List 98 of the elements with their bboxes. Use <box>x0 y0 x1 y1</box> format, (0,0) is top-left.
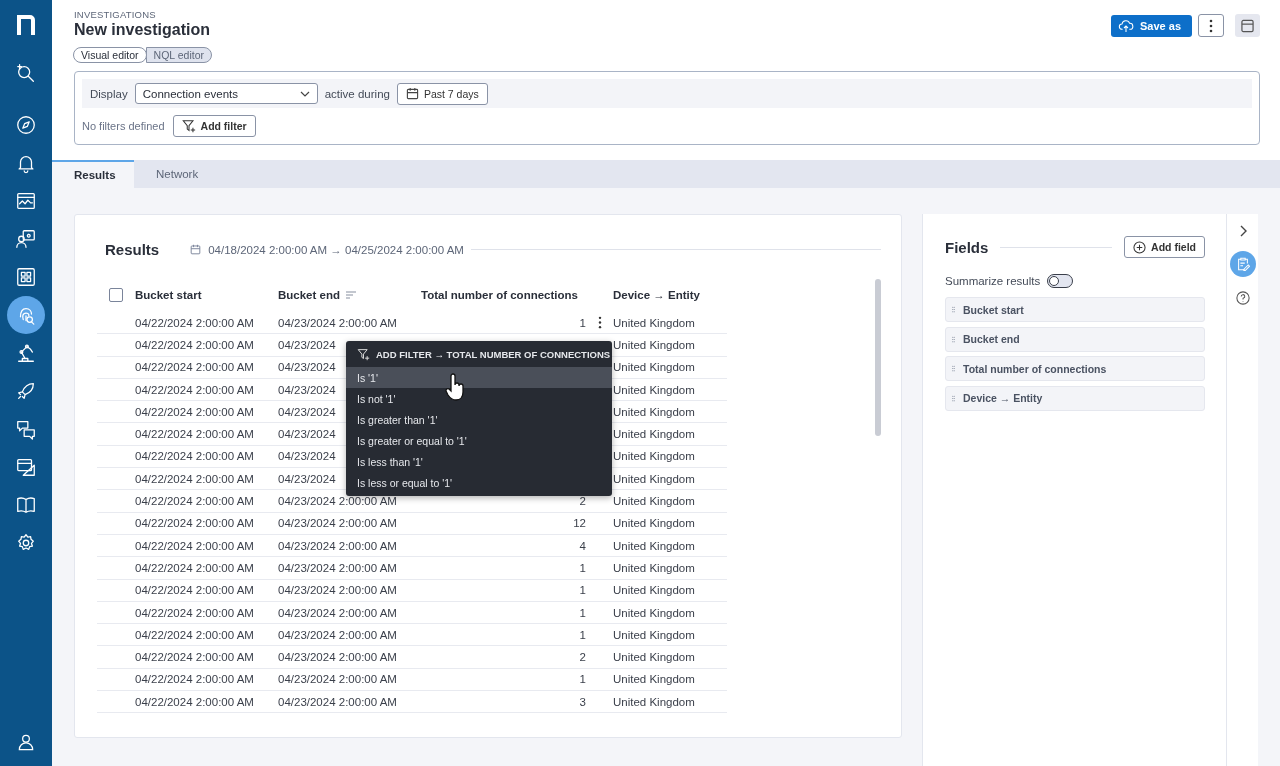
table-cell: 4 <box>579 539 586 552</box>
time-range-button[interactable]: Past 7 days <box>396 82 488 105</box>
table-cell: United Kingdom <box>613 361 695 374</box>
table-cell: United Kingdom <box>613 584 695 597</box>
column-header[interactable]: Total number of connections <box>421 289 578 301</box>
table-cell: 04/22/2024 2:00:00 AM <box>135 450 254 463</box>
table-cell: 04/23/2024 2:00:00 AM <box>278 495 397 507</box>
table-cell: 04/22/2024 2:00:00 AM <box>135 651 254 664</box>
table-cell: 1 <box>579 628 586 641</box>
table-cell: 04/23/2024 2:00:00 AM <box>278 606 397 619</box>
table-cell: United Kingdom <box>613 428 695 441</box>
table-cell: 04/22/2024 2:00:00 AM <box>135 673 254 686</box>
table-cell: 1 <box>579 316 586 329</box>
view-tab[interactable]: Results <box>52 160 134 188</box>
table-cell: 04/22/2024 2:00:00 AM <box>135 405 254 418</box>
table-cell: 04/23/2024 <box>278 428 336 441</box>
table-cell: 04/23/2024 2:00:00 AM <box>278 584 397 597</box>
table-cell: 04/23/2024 2:00:00 AM <box>278 316 397 329</box>
table-cell: 04/22/2024 2:00:00 AM <box>135 495 254 507</box>
table-cell: 04/23/2024 <box>278 383 336 396</box>
table-cell: United Kingdom <box>613 495 695 507</box>
table-cell: 04/23/2024 2:00:00 AM <box>278 517 397 530</box>
table-cell: 1 <box>579 584 586 597</box>
table-cell: 3 <box>579 695 586 708</box>
breadcrumb[interactable]: INVESTIGATIONS <box>74 9 211 20</box>
table-cell: 04/23/2024 2:00:00 AM <box>278 695 397 708</box>
table-cell: United Kingdom <box>613 673 695 686</box>
during-label: active during <box>324 87 390 100</box>
summarize-label: Summarize results <box>945 275 1041 287</box>
table-cell: 04/23/2024 <box>278 450 336 463</box>
table-cell: United Kingdom <box>613 695 695 708</box>
field-item[interactable]: Total number of connections <box>945 356 1205 381</box>
table-cell: 04/22/2024 2:00:00 AM <box>135 561 254 574</box>
table-cell: 04/22/2024 2:00:00 AM <box>135 383 254 396</box>
table-cell: United Kingdom <box>613 450 695 463</box>
table-cell: United Kingdom <box>613 539 695 552</box>
table-cell: 04/23/2024 <box>278 338 336 351</box>
fields-title: Fields <box>945 238 989 256</box>
table-cell: United Kingdom <box>613 316 695 329</box>
field-item[interactable]: Bucket end <box>945 326 1205 352</box>
table-cell: United Kingdom <box>613 472 695 485</box>
table-cell: 04/22/2024 2:00:00 AM <box>135 316 254 329</box>
add-field-button[interactable]: Add field <box>1124 236 1205 258</box>
table-cell: 1 <box>579 673 586 686</box>
time-range: 04/18/2024 2:00:00 AM → 04/25/2024 2:00:00 AM <box>208 243 464 256</box>
results-title: Results <box>105 241 160 258</box>
menu-item[interactable]: Is less or equal to '1' <box>346 472 612 493</box>
table-cell: 04/22/2024 2:00:00 AM <box>135 472 254 485</box>
table-cell: 04/23/2024 2:00:00 AM <box>278 673 397 686</box>
table-cell: 04/23/2024 <box>278 361 336 374</box>
table-cell: 04/23/2024 <box>278 405 336 418</box>
table-cell: United Kingdom <box>613 338 695 351</box>
table-cell: United Kingdom <box>613 383 695 396</box>
table-cell: 04/23/2024 <box>278 472 336 485</box>
menu-header: ADD FILTER → TOTAL NUMBER OF CONNECTIONS <box>376 348 611 360</box>
table-cell: 2 <box>579 495 586 507</box>
table-cell: 04/22/2024 2:00:00 AM <box>135 361 254 374</box>
table-cell: United Kingdom <box>613 517 695 530</box>
table-cell: 04/23/2024 2:00:00 AM <box>278 539 397 552</box>
menu-item[interactable]: Is not '1' <box>346 388 612 409</box>
table-cell: United Kingdom <box>613 561 695 574</box>
table-cell: 04/22/2024 2:00:00 AM <box>135 628 254 641</box>
column-header[interactable]: Bucket end <box>278 289 340 301</box>
table-cell: 12 <box>573 517 586 530</box>
view-tab[interactable]: Network <box>134 160 221 188</box>
table-cell: 04/22/2024 2:00:00 AM <box>135 695 254 708</box>
table-cell: 04/22/2024 2:00:00 AM <box>135 584 254 597</box>
field-item[interactable]: Device → Entity <box>945 385 1205 411</box>
menu-item[interactable]: Is greater or equal to '1' <box>346 430 612 451</box>
save-as-button[interactable]: Save as <box>1111 14 1192 37</box>
editor-tab[interactable]: NQL editor <box>145 47 212 63</box>
table-cell: 1 <box>579 606 586 619</box>
table-cell: 04/23/2024 2:00:00 AM <box>278 561 397 574</box>
menu-item[interactable]: Is '1' <box>346 367 612 388</box>
menu-item[interactable]: Is greater than '1' <box>346 409 612 430</box>
table-cell: 04/22/2024 2:00:00 AM <box>135 428 254 441</box>
object-select[interactable]: Connection events <box>134 83 318 104</box>
table-cell: 2 <box>579 651 586 664</box>
column-header[interactable]: Device → Entity <box>613 289 700 301</box>
add-filter-button[interactable]: Add filter <box>172 115 256 137</box>
page-title: New investigation <box>74 21 211 39</box>
table-cell: United Kingdom <box>613 606 695 619</box>
display-label: Display <box>90 87 128 100</box>
table-cell: United Kingdom <box>613 405 695 418</box>
editor-tab[interactable]: Visual editor <box>73 47 147 63</box>
table-cell: 04/22/2024 2:00:00 AM <box>135 517 254 530</box>
table-cell: 1 <box>579 561 586 574</box>
table-cell: United Kingdom <box>613 651 695 664</box>
table-cell: 04/23/2024 2:00:00 AM <box>278 628 397 641</box>
menu-item[interactable]: Is less than '1' <box>346 451 612 472</box>
column-header[interactable]: Bucket start <box>135 289 202 301</box>
table-cell: 04/22/2024 2:00:00 AM <box>135 539 254 552</box>
table-cell: 04/23/2024 2:00:00 AM <box>278 651 397 664</box>
table-cell: 04/22/2024 2:00:00 AM <box>135 606 254 619</box>
table-cell: 04/22/2024 2:00:00 AM <box>135 338 254 351</box>
filters-note: No filters defined <box>82 120 165 132</box>
field-item[interactable]: Bucket start <box>945 297 1205 322</box>
table-cell: United Kingdom <box>613 628 695 641</box>
